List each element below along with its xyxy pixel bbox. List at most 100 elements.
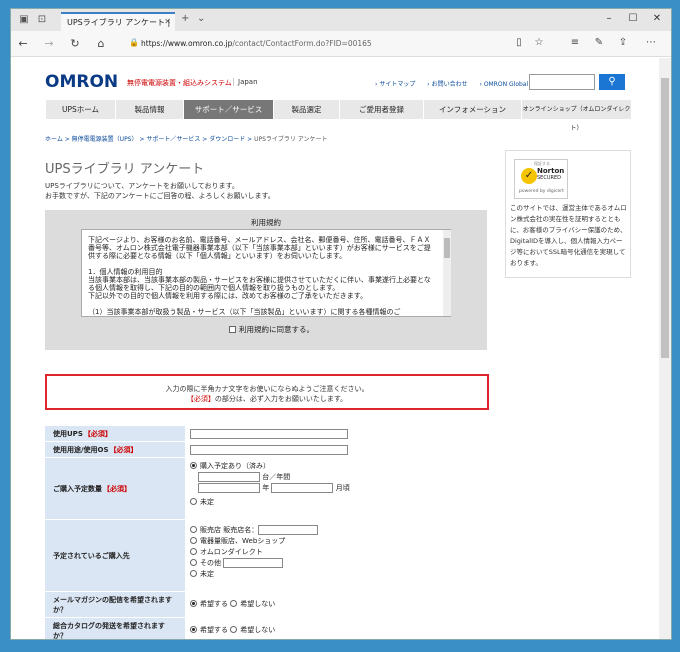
shop-name-input[interactable] [258,525,319,535]
breadcrumb-link[interactable]: ダウンロード [209,136,245,143]
search-icon: ⚲ [608,76,616,87]
browser-window: ▣ ⊡ UPSライブラリ アンケート | ✕ + ⌄ – ☐ ✕ ← → ↻ ⌂… [10,8,672,640]
set-aside-tabs-icon[interactable]: ⊡ [35,14,49,26]
back-icon[interactable]: ← [15,37,31,50]
global-link[interactable]: › OMRON Global [480,81,534,88]
required-mark: 【必須】 [186,395,215,403]
terms-textarea[interactable]: 下記ページより、お客様のお名前、電話番号、メールアドレス、会社名、郵便番号、住所… [81,229,451,317]
catalog-no-option[interactable]: 希望しない [230,625,275,636]
minimize-icon[interactable]: – [599,13,619,24]
mail-row: メールマガジンの配信を希望されますか？ 希望する 希望しない [45,592,489,618]
omron-logo[interactable]: OMRON [45,72,118,92]
forward-icon[interactable]: → [41,37,57,50]
mail-label: メールマガジンの配信を希望されますか？ [45,592,185,617]
address-bar: ← → ↻ ⌂ 🔒 https://www.omron.co.jp/contac… [11,31,671,57]
shop-radio-other[interactable] [190,559,197,566]
terms-title: 利用規約 [251,218,281,227]
security-sidebar: 保証する ✓ Norton SECURED powered by digicer… [505,150,631,278]
mail-no-radio[interactable] [230,600,238,607]
shop-option-other[interactable]: その他 [190,558,485,569]
nav-item-6[interactable]: オンラインショップ（オムロンダイレクト） [521,100,631,132]
os-input[interactable] [190,445,348,455]
qty-none-option[interactable]: 未定 [190,497,485,508]
global-nav: UPSホーム 製品情報 サポート／サービス 製品選定 ご愛用者登録 インフォメーション オン… [45,100,631,132]
tab-title: UPSライブラリ アンケート | [67,18,171,27]
sitemap-link[interactable]: › サイトマップ [375,81,420,88]
lock-icon: 🔒 [129,38,139,47]
qty-plan-option[interactable]: 購入予定あり（済み） [190,461,485,472]
home-icon[interactable]: ⌂ [93,37,109,50]
mail-yes-option[interactable]: 希望する [190,599,228,610]
nav-item-4[interactable]: ご愛用者登録 [339,100,423,119]
chevron-down-icon[interactable]: ⌄ [197,13,205,24]
close-icon[interactable]: ✕ [164,17,171,26]
survey-form: 使用UPS 【必須】 使用用途/使用OS 【必須】 ご購入予定数量 【必須】 購入予定… [45,426,489,639]
hub-icon[interactable]: ≡ [567,37,583,48]
shop-label: 予定されているご購入先 [45,520,185,591]
security-text: このサイトでは、運営主体であるオムロン株式会社の実在性を証明するとともに、お客様… [510,204,627,267]
nav-item-0[interactable]: UPSホーム [45,100,115,119]
nav-item-2[interactable]: サポート／サービス [183,100,273,119]
shop-radio-electronics[interactable] [190,537,197,544]
mail-yes-radio[interactable] [190,600,197,607]
shop-radio-dealer[interactable] [190,526,197,533]
site-header: OMRON 無停電電源装置・組込みシステム Japan › サイトマップ › お… [45,68,631,98]
contact-link[interactable]: › お問い合わせ [427,81,472,88]
shop-option-direct[interactable]: オムロンダイレクト [190,547,485,558]
shop-radio-undecided[interactable] [190,570,197,577]
page-scroll-thumb[interactable] [661,78,669,358]
qty-year-input[interactable] [198,483,260,493]
os-label: 使用用途/使用OS 【必須】 [45,442,185,457]
catalog-label: 総合カタログの発送を希望されますか？ [45,618,185,639]
catalog-row: 総合カタログの発送を希望されますか？ 希望する 希望しない [45,618,489,639]
mail-no-option[interactable]: 希望しない [230,599,275,610]
terms-panel: 利用規約 下記ページより、お客様のお名前、電話番号、メールアドレス、会社名、郵便… [45,210,487,350]
breadcrumb-separator: > [245,136,255,143]
nav-item-5[interactable]: インフォメーション [423,100,521,119]
window-close-icon[interactable]: ✕ [647,13,667,24]
breadcrumb-link[interactable]: 無停電電源装置（UPS） [72,136,138,143]
catalog-no-radio[interactable] [230,626,238,633]
shop-option-dealer[interactable]: 販売店 販売店名： [190,525,485,536]
refresh-icon[interactable]: ↻ [67,37,83,50]
web-page: OMRON 無停電電源装置・組込みシステム Japan › サイトマップ › お… [11,58,661,639]
ups-input[interactable] [190,429,348,439]
terms-scroll-thumb[interactable] [444,238,450,258]
page-scrollbar[interactable] [659,58,671,639]
reading-view-icon[interactable]: ▯ [511,37,527,48]
tab-preview-icon[interactable]: ▣ [17,14,31,26]
search-input[interactable] [529,74,595,90]
breadcrumb-link[interactable]: ホーム [45,136,63,143]
qty-units-input[interactable] [198,472,260,482]
qty-month-input[interactable] [271,483,334,493]
url-host: https://www.omron.co.jp [141,39,233,48]
shop-radio-direct[interactable] [190,548,197,555]
new-tab-icon[interactable]: + [181,13,189,24]
breadcrumb-separator: > [200,136,210,143]
os-row: 使用用途/使用OS 【必須】 [45,442,489,458]
more-icon[interactable]: ⋯ [643,37,659,48]
qty-none-radio[interactable] [190,498,197,505]
agree-checkbox[interactable] [229,326,236,333]
catalog-yes-option[interactable]: 希望する [190,625,228,636]
agree-checkbox-row[interactable]: 利用規約に同意する。 [229,324,314,335]
top-links: › サイトマップ › お問い合わせ › OMRON Global [375,79,538,88]
favorite-star-icon[interactable]: ☆ [531,37,547,48]
url-field[interactable]: https://www.omron.co.jp/contact/ContactF… [141,39,372,48]
nav-item-3[interactable]: 製品選定 [273,100,339,119]
share-icon[interactable]: ⇪ [615,37,631,48]
site-tagline[interactable]: 無停電電源装置・組込みシステム [127,78,232,88]
norton-seal[interactable]: 保証する ✓ Norton SECURED powered by digicer… [514,159,568,199]
nav-item-1[interactable]: 製品情報 [115,100,183,119]
shop-option-electronics[interactable]: 電器量販店、Webショップ [190,536,485,547]
shop-other-input[interactable] [223,558,284,568]
pen-icon[interactable]: ✎ [591,37,607,48]
search-button[interactable]: ⚲ [599,74,625,90]
maximize-icon[interactable]: ☐ [623,13,643,24]
browser-tab[interactable]: UPSライブラリ アンケート | ✕ [61,12,175,31]
catalog-yes-radio[interactable] [190,626,197,633]
breadcrumb-link[interactable]: サポート／サービス [146,136,200,143]
shop-option-undecided[interactable]: 未定 [190,569,485,580]
qty-plan-radio[interactable] [190,462,197,469]
terms-scrollbar[interactable] [443,230,451,316]
